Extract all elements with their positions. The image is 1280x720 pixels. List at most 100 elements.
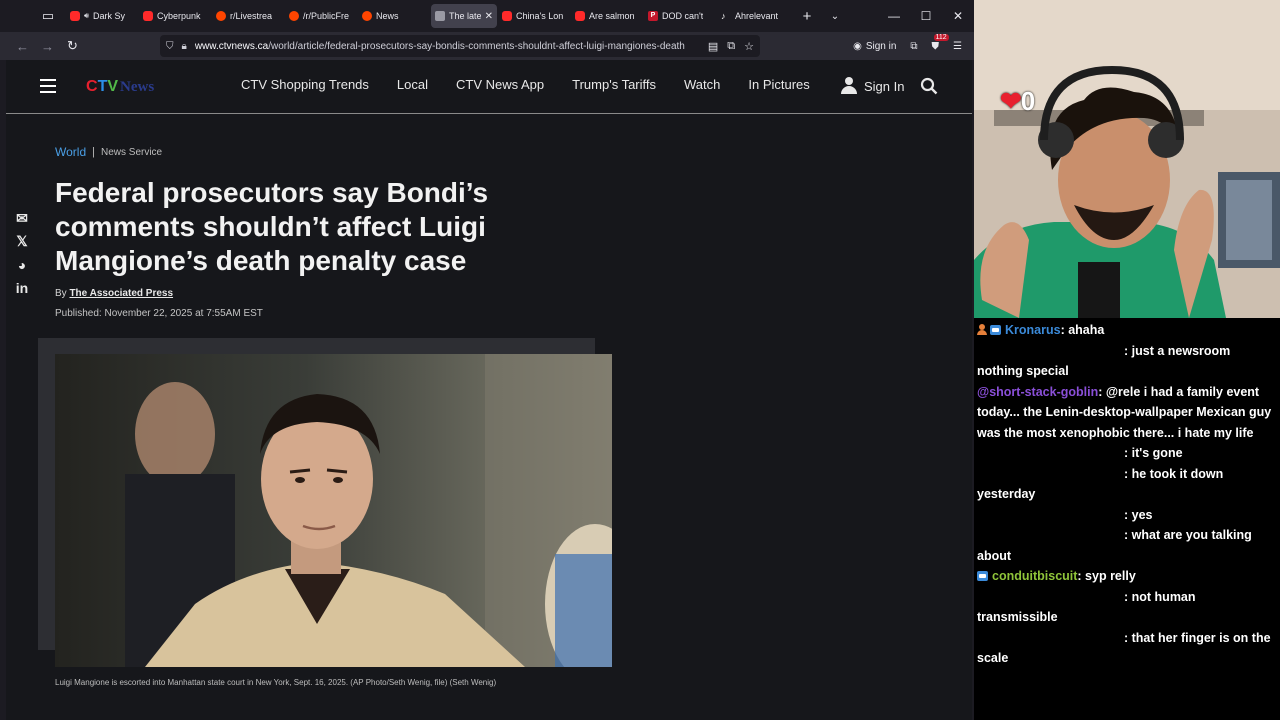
tab-1[interactable]: 🔊︎ Dark Sy [66, 4, 138, 28]
youtube-icon [502, 11, 512, 21]
close-tab-icon[interactable]: ✕ [485, 11, 493, 22]
ctv-icon [435, 11, 445, 21]
reload-icon[interactable]: ↻ [60, 38, 85, 54]
extensions-icon[interactable]: ⧉ [910, 41, 917, 52]
site-nav-item-ctv-shopping-trends[interactable]: CTV Shopping Trends [241, 77, 369, 92]
maximize-icon[interactable]: ☐ [910, 9, 942, 23]
tab-title: Ahrelevant [735, 11, 779, 21]
chat-text: : ahaha [1060, 323, 1105, 337]
x-share-icon[interactable]: 𝕏 [13, 233, 31, 250]
address-bar[interactable]: ⛉ 🔒︎ www.ctvnews.ca/world/article/federa… [160, 35, 760, 57]
tab-7[interactable]: China's Lon [498, 4, 570, 28]
logo-v: V [107, 78, 119, 95]
forward-arrow-icon[interactable]: → [35, 39, 60, 54]
site-nav: CTV Shopping Trends Local CTV News App Trum… [241, 77, 810, 92]
chat-text: : that her finger is on the scale [977, 630, 1271, 666]
tab-title: Cyberpunk [157, 11, 201, 21]
account-icon: ◉ [853, 40, 862, 52]
window-controls: — ☐ ✕ [878, 9, 974, 23]
site-nav-item-watch[interactable]: Watch [684, 77, 720, 92]
site-header: C T V News CTV Shopping Trends Local CTV N… [6, 60, 972, 114]
article-headline: Federal prosecutors say Bondi’s comments… [55, 177, 489, 276]
tab-2[interactable]: Cyberpunk [139, 4, 211, 28]
new-tab-button[interactable]: + [794, 8, 820, 25]
tab-title: News [376, 11, 399, 21]
tiktok-icon: ♪ [721, 11, 726, 21]
shield-icon[interactable]: ⛉ [166, 41, 174, 52]
subscriber-badge-icon[interactable] [977, 571, 988, 581]
extension-badge-count: 112 [933, 33, 949, 41]
tab-8[interactable]: Are salmon [571, 4, 643, 28]
article-photo[interactable] [55, 354, 612, 667]
tab-title: Are salmon [589, 11, 635, 21]
ublock-extension-icon[interactable]: ⛊ 112 [932, 33, 949, 52]
reddit-share-icon[interactable]: ◕ [13, 256, 31, 273]
chat-text: : not human transmissible [977, 589, 1196, 625]
lock-icon[interactable]: 🔒︎ [182, 41, 187, 52]
site-nav-item-in-pictures[interactable]: In Pictures [748, 77, 809, 92]
site-nav-item-ctv-news-app[interactable]: CTV News App [456, 77, 544, 92]
tab-3[interactable]: r/Livestrea [212, 4, 284, 28]
author-link[interactable]: The Associated Press [69, 288, 173, 299]
chat-text: : it's gone [1124, 446, 1183, 460]
hamburger-menu-icon[interactable] [40, 79, 56, 93]
site-nav-item-trump-s-tariffs[interactable]: Trump's Tariffs [572, 77, 656, 92]
tab-10[interactable]: ♪ Ahrelevant [717, 4, 789, 28]
subscriber-badge-icon[interactable] [990, 325, 1001, 335]
search-icon[interactable] [920, 77, 938, 100]
p-icon: P [648, 11, 658, 21]
chat-username[interactable]: conduitbiscuit [992, 569, 1077, 583]
reddit-icon [216, 11, 226, 21]
chat-message: : he took it down yesterday [977, 464, 1277, 505]
back-arrow-icon[interactable]: ← [10, 39, 35, 54]
chat-text: : syp relly [1077, 569, 1136, 583]
ctv-news-logo[interactable]: C T V News [86, 78, 154, 96]
chat-message: : it's gone [977, 443, 1277, 464]
reddit-icon [362, 11, 372, 21]
linkedin-share-icon[interactable]: in [13, 279, 31, 296]
reddit-icon [289, 11, 299, 21]
chat-message: : not human transmissible [977, 587, 1277, 628]
stream-counter-value: 0 [1020, 86, 1036, 116]
chat-text: : yes [1124, 507, 1153, 522]
streamer-webcam [974, 0, 1280, 318]
tab-5[interactable]: News [358, 4, 430, 28]
webcam-illustration [974, 0, 1280, 318]
tab-title: China's Lon [516, 11, 564, 21]
chat-message: : just a newsroom nothing special [977, 341, 1277, 382]
minimize-icon[interactable]: — [878, 9, 910, 23]
news-service-label: News Service [100, 146, 163, 158]
email-share-icon[interactable]: ✉ [13, 210, 31, 227]
speaker-icon[interactable]: 🔊︎ [84, 11, 89, 21]
tab-4[interactable]: /r/PublicFre [285, 4, 357, 28]
account-signin-button[interactable]: ◉ Sign in [853, 41, 896, 52]
tab-9[interactable]: P DOD can't [644, 4, 716, 28]
byline-prefix: By [55, 288, 67, 299]
tab-6[interactable]: The late ✕ [431, 4, 497, 28]
chat-message: conduitbiscuit: syp relly [977, 566, 1277, 587]
reader-view-icon[interactable]: ▤ [708, 40, 718, 53]
chat-username[interactable]: Kronarus [1005, 323, 1061, 337]
chat-text: : he took it down yesterday [977, 466, 1224, 502]
breadcrumb-separator: | [92, 146, 95, 158]
tab-title: /r/PublicFre [303, 11, 350, 21]
logo-t: T [97, 78, 108, 95]
site-signin-button[interactable]: Sign In [840, 77, 904, 95]
stream-counter: ❤︎0 [1000, 86, 1036, 117]
screenshot-icon[interactable]: ⧉ [727, 40, 735, 53]
site-nav-item-local[interactable]: Local [397, 77, 428, 92]
url-text[interactable]: www.ctvnews.ca/world/article/federal-pro… [195, 41, 685, 52]
navigation-toolbar: ← → ↻ ⛉ 🔒︎ www.ctvnews.ca/world/article/… [0, 32, 974, 60]
tabs-container: 🔊︎ Dark Sy Cyberpunk r/Livestrea/r/PublicFr… [66, 4, 790, 28]
close-window-icon[interactable]: ✕ [942, 9, 974, 23]
tab-list-icon[interactable]: ▭ [30, 0, 66, 32]
youtube-icon [575, 11, 585, 21]
bookmark-star-icon[interactable]: ☆ [744, 40, 754, 53]
app-menu-icon[interactable]: ☰ [953, 41, 962, 52]
list-all-tabs-chevron-icon[interactable]: ⌄ [820, 11, 850, 22]
youtube-icon [70, 11, 80, 21]
chat-username[interactable]: @short-stack-goblin [977, 385, 1098, 399]
byline: By The Associated Press [55, 288, 173, 299]
section-link[interactable]: World [55, 145, 86, 159]
viewer-badge-icon[interactable] [977, 324, 987, 335]
